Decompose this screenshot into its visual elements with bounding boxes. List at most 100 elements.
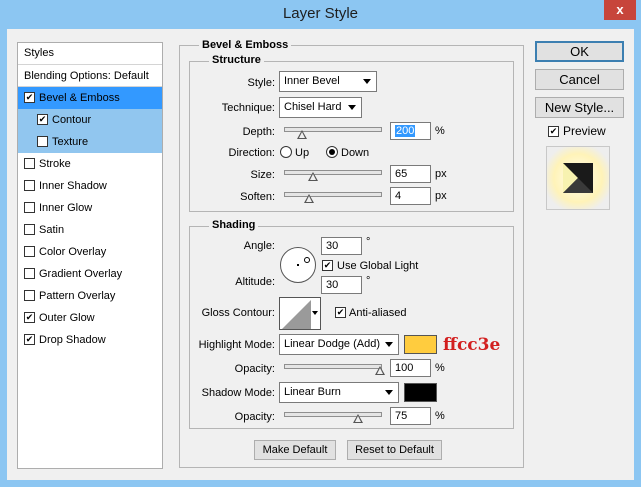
size-unit: px	[435, 168, 447, 180]
shadow-opacity-slider-thumb[interactable]	[353, 414, 363, 423]
style-item-label: Gradient Overlay	[39, 268, 123, 280]
shadow-mode-select[interactable]: Linear Burn	[279, 382, 399, 403]
depth-slider-thumb[interactable]	[297, 130, 307, 139]
contour-checkbox[interactable]	[37, 114, 48, 125]
style-item-label: Inner Shadow	[39, 180, 107, 192]
angle-label: Angle:	[243, 240, 275, 252]
style-item-label: Outer Glow	[39, 312, 95, 324]
angle-unit: °	[366, 236, 371, 248]
title-bar: Layer Style x	[0, 0, 641, 29]
styles-list: Styles Blending Options: Default Bevel &…	[17, 42, 163, 469]
highlight-mode-select[interactable]: Linear Dodge (Add)	[279, 334, 399, 355]
color-overlay-checkbox[interactable]	[24, 246, 35, 257]
depth-input[interactable]: 200	[390, 122, 431, 140]
new-style-button[interactable]: New Style...	[535, 97, 624, 118]
soften-slider-thumb[interactable]	[304, 194, 314, 203]
style-item-label: Stroke	[39, 158, 71, 170]
highlight-color-annotation: ffcc3e	[443, 335, 501, 355]
dialog-body: Styles Blending Options: Default Bevel &…	[7, 29, 634, 480]
soften-label: Soften:	[240, 191, 275, 203]
size-slider-track[interactable]	[284, 170, 382, 175]
direction-up-radio[interactable]	[280, 146, 292, 158]
texture-checkbox[interactable]	[37, 136, 48, 147]
chevron-down-icon	[348, 105, 356, 110]
reset-to-default-button[interactable]: Reset to Default	[347, 440, 442, 460]
global-light-label: Use Global Light	[337, 260, 419, 272]
highlight-opacity-slider-thumb[interactable]	[375, 366, 385, 375]
altitude-unit: °	[366, 275, 371, 287]
chevron-down-icon	[312, 311, 318, 315]
chevron-down-icon	[385, 390, 393, 395]
style-item-color-overlay[interactable]: Color Overlay	[18, 241, 162, 263]
style-item-pattern-overlay[interactable]: Pattern Overlay	[18, 285, 162, 307]
style-item-label: Pattern Overlay	[39, 290, 116, 302]
technique-value: Chisel Hard	[284, 101, 342, 113]
bevel-style-select[interactable]: Inner Bevel	[279, 71, 377, 92]
style-item-inner-glow[interactable]: Inner Glow	[18, 197, 162, 219]
chevron-down-icon	[385, 342, 393, 347]
highlight-opacity-slider-track[interactable]	[284, 364, 382, 369]
style-item-inner-shadow[interactable]: Inner Shadow	[18, 175, 162, 197]
inner-glow-checkbox[interactable]	[24, 202, 35, 213]
shadow-opacity-slider-track[interactable]	[284, 412, 382, 417]
highlight-opacity-label: Opacity:	[234, 363, 275, 375]
gradient-overlay-checkbox[interactable]	[24, 268, 35, 279]
size-label: Size:	[250, 169, 275, 181]
dial-knob[interactable]	[304, 257, 310, 263]
drop-shadow-checkbox[interactable]	[24, 334, 35, 345]
technique-label: Technique:	[221, 102, 275, 114]
soften-slider-track[interactable]	[284, 192, 382, 197]
global-light-checkbox[interactable]	[322, 260, 333, 271]
style-item-label: Texture	[52, 136, 89, 148]
cancel-button[interactable]: Cancel	[535, 69, 624, 90]
size-input[interactable]: 65	[390, 165, 431, 183]
pattern-overlay-checkbox[interactable]	[24, 290, 35, 301]
inner-shadow-checkbox[interactable]	[24, 180, 35, 191]
style-item-texture[interactable]: Texture	[18, 131, 162, 153]
style-item-satin[interactable]: Satin	[18, 219, 162, 241]
bevel-emboss-checkbox[interactable]	[24, 92, 35, 103]
preview-checkbox[interactable]	[548, 126, 559, 137]
style-item-gradient-overlay[interactable]: Gradient Overlay	[18, 263, 162, 285]
stroke-checkbox[interactable]	[24, 158, 35, 169]
highlight-opacity-unit: %	[435, 362, 445, 374]
shadow-color-swatch[interactable]	[404, 383, 437, 402]
shading-title: Shading	[209, 219, 259, 231]
chevron-down-icon	[363, 79, 371, 84]
style-item-label: Contour	[52, 114, 92, 126]
technique-select[interactable]: Chisel Hard	[279, 97, 362, 118]
satin-checkbox[interactable]	[24, 224, 35, 235]
style-item-label: Satin	[39, 224, 65, 236]
bevel-style-value: Inner Bevel	[284, 75, 340, 87]
style-item-bevel-emboss[interactable]: Bevel & Emboss	[18, 87, 162, 109]
gloss-contour-preview[interactable]	[279, 297, 312, 330]
style-item-drop-shadow[interactable]: Drop Shadow	[18, 329, 162, 351]
soften-input[interactable]: 4	[390, 187, 431, 205]
ok-button[interactable]: OK	[535, 41, 624, 62]
blending-options-item[interactable]: Blending Options: Default	[18, 65, 162, 87]
shadow-mode-label: Shadow Mode:	[201, 387, 275, 399]
style-item-outer-glow[interactable]: Outer Glow	[18, 307, 162, 329]
gloss-contour-dropdown[interactable]	[311, 297, 321, 330]
shadow-opacity-input[interactable]: 75	[390, 407, 431, 425]
style-item-stroke[interactable]: Stroke	[18, 153, 162, 175]
styles-header[interactable]: Styles	[18, 43, 162, 65]
preview-label: Preview	[563, 124, 606, 138]
altitude-input[interactable]: 30	[321, 276, 362, 294]
direction-down-radio[interactable]	[326, 146, 338, 158]
angle-input[interactable]: 30	[321, 237, 362, 255]
bevel-emboss-title: Bevel & Emboss	[199, 39, 292, 51]
outer-glow-checkbox[interactable]	[24, 312, 35, 323]
style-item-contour[interactable]: Contour	[18, 109, 162, 131]
anti-aliased-checkbox[interactable]	[335, 307, 346, 318]
size-slider-thumb[interactable]	[308, 172, 318, 181]
close-button[interactable]: x	[604, 0, 636, 20]
depth-unit: %	[435, 125, 445, 137]
direction-down-label: Down	[341, 147, 370, 159]
style-item-label: Inner Glow	[39, 202, 93, 214]
make-default-button[interactable]: Make Default	[254, 440, 336, 460]
highlight-opacity-input[interactable]: 100	[390, 359, 431, 377]
angle-dial[interactable]	[280, 247, 316, 283]
contour-curve-icon	[282, 300, 311, 329]
highlight-color-swatch[interactable]	[404, 335, 437, 354]
